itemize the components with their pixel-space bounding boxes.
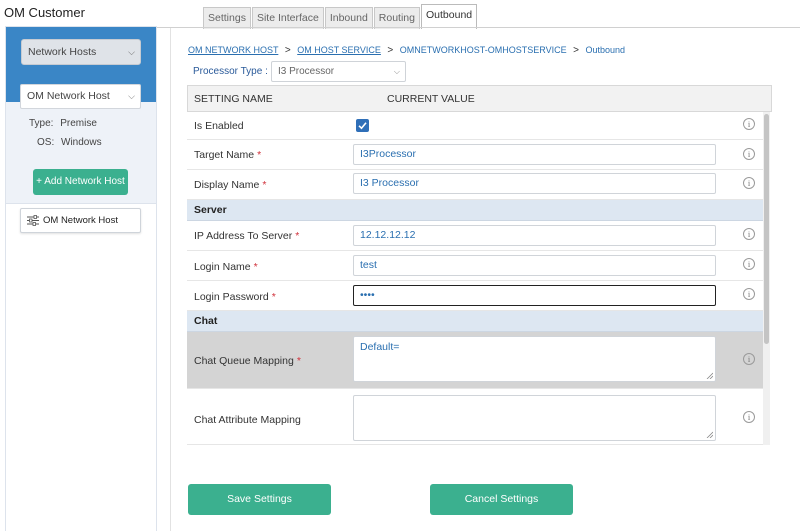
host-card-label: OM Network Host	[43, 215, 118, 226]
chat-queue-mapping-textarea[interactable]: Default=	[353, 336, 716, 382]
type-label: Type:	[29, 118, 54, 129]
chevron-down-icon: ⌵	[128, 91, 135, 101]
ip-address-input[interactable]: 12.12.12.12	[353, 225, 716, 246]
os-label: OS:	[37, 137, 55, 148]
resize-grip-icon[interactable]	[706, 372, 713, 379]
category-select-value: Network Hosts	[28, 46, 97, 58]
label-text: Display Name	[194, 179, 260, 191]
breadcrumb-separator: >	[573, 45, 579, 56]
chevron-down-icon: ⌵	[128, 47, 135, 57]
target-name-input[interactable]: I3Processor	[353, 144, 716, 165]
login-name-input[interactable]: test	[353, 255, 716, 276]
info-icon[interactable]: i	[743, 228, 755, 240]
section-server: Server	[187, 200, 763, 221]
resize-grip-icon[interactable]	[706, 431, 713, 438]
breadcrumb-current: Outbound	[585, 45, 626, 55]
label-text: IP Address To Server	[194, 230, 293, 242]
os-value: Windows	[61, 137, 102, 148]
row-target-name: Target Name * I3Processor i	[187, 140, 763, 170]
login-password-input[interactable]: ••••	[353, 285, 716, 306]
tab-inbound[interactable]: Inbound	[324, 7, 373, 29]
processor-type-value: I3 Processor	[278, 66, 335, 77]
tab-routing[interactable]: Routing	[373, 7, 420, 29]
grid-header: SETTING NAME CURRENT VALUE	[187, 85, 772, 112]
chat-attribute-mapping-textarea[interactable]	[353, 395, 716, 441]
host-os: OS: Windows	[37, 137, 102, 148]
header-setting-name: SETTING NAME	[194, 93, 273, 105]
header-current-value: CURRENT VALUE	[387, 93, 475, 105]
label-login-password: Login Password *	[194, 291, 276, 303]
breadcrumb-om-host-service[interactable]: OM HOST SERVICE	[297, 45, 381, 55]
info-icon[interactable]: i	[743, 177, 755, 189]
required-marker: *	[257, 149, 262, 161]
label-login-name: Login Name *	[194, 261, 258, 273]
host-select-value: OM Network Host	[27, 90, 110, 102]
info-icon[interactable]: i	[743, 148, 755, 160]
row-login-name: Login Name * test i	[187, 251, 763, 281]
breadcrumb-separator: >	[387, 45, 394, 56]
host-select[interactable]: OM Network Host ⌵	[20, 84, 141, 109]
label-text: Chat Queue Mapping	[194, 355, 294, 367]
row-ip-address: IP Address To Server * 12.12.12.12 i	[187, 221, 763, 251]
scrollbar-thumb[interactable]	[764, 114, 769, 344]
add-network-host-button[interactable]: + Add Network Host	[33, 169, 128, 195]
label-text: Login Password	[194, 291, 269, 303]
cancel-settings-button[interactable]: Cancel Settings	[430, 484, 573, 515]
row-chat-attribute-mapping: Chat Attribute Mapping i	[187, 389, 763, 445]
info-icon[interactable]: i	[743, 411, 755, 423]
row-display-name: Display Name * I3 Processor i	[187, 170, 763, 200]
breadcrumb-om-network-host[interactable]: OM NETWORK HOST	[188, 45, 278, 55]
sidebar-list-area	[6, 203, 156, 531]
processor-type-label: Processor Type :	[193, 66, 268, 77]
app-title: OM Customer	[4, 5, 85, 20]
info-icon[interactable]: i	[743, 353, 755, 365]
row-is-enabled: Is Enabled i	[187, 112, 763, 140]
breadcrumb-separator: >	[284, 45, 291, 56]
required-marker: *	[253, 261, 258, 273]
row-login-password: Login Password * •••• i	[187, 281, 763, 311]
tab-settings[interactable]: Settings	[203, 7, 251, 29]
required-marker: *	[271, 291, 276, 303]
host-card[interactable]: OM Network Host	[20, 208, 141, 233]
info-icon[interactable]: i	[743, 258, 755, 270]
info-icon[interactable]: i	[743, 288, 755, 300]
info-icon[interactable]: i	[743, 118, 755, 130]
display-name-input[interactable]: I3 Processor	[353, 173, 716, 194]
label-ip-address: IP Address To Server *	[194, 230, 299, 242]
tab-site-interface[interactable]: Site Interface	[251, 7, 324, 29]
label-chat-attribute-mapping: Chat Attribute Mapping	[194, 414, 301, 426]
required-marker: *	[262, 179, 267, 191]
label-text: Target Name	[194, 149, 255, 161]
type-value: Premise	[60, 118, 97, 129]
processor-type-select[interactable]: I3 Processor ⌵	[271, 61, 406, 82]
label-is-enabled: Is Enabled	[194, 120, 244, 132]
label-text: Login Name	[194, 261, 251, 273]
sliders-icon	[27, 215, 39, 226]
row-chat-queue-mapping: Chat Queue Mapping * Default= i	[187, 332, 763, 389]
label-chat-queue-mapping: Chat Queue Mapping *	[194, 355, 301, 367]
chevron-down-icon: ⌵	[393, 67, 400, 76]
chat-queue-mapping-value: Default=	[360, 341, 400, 353]
tab-bar: Settings Site Interface Inbound Routing …	[203, 3, 478, 29]
grid-scrollbar[interactable]	[763, 112, 770, 445]
label-target-name: Target Name *	[194, 149, 261, 161]
check-icon	[358, 122, 367, 130]
host-type: Type: Premise	[29, 118, 97, 129]
save-settings-button[interactable]: Save Settings	[188, 484, 331, 515]
label-display-name: Display Name *	[194, 179, 266, 191]
tab-outbound[interactable]: Outbound	[421, 4, 478, 29]
is-enabled-checkbox[interactable]	[356, 119, 369, 132]
required-marker: *	[296, 355, 301, 367]
required-marker: *	[295, 230, 300, 242]
sidebar: Network Hosts ⌵ OM Network Host ⌵ Type: …	[5, 26, 157, 531]
breadcrumb: OM NETWORK HOST > OM HOST SERVICE > OMNE…	[188, 45, 625, 56]
breadcrumb-host-service-pair[interactable]: OMNETWORKHOST-OMHOSTSERVICE	[400, 45, 567, 55]
section-chat: Chat	[187, 311, 763, 332]
category-select[interactable]: Network Hosts ⌵	[21, 39, 141, 65]
